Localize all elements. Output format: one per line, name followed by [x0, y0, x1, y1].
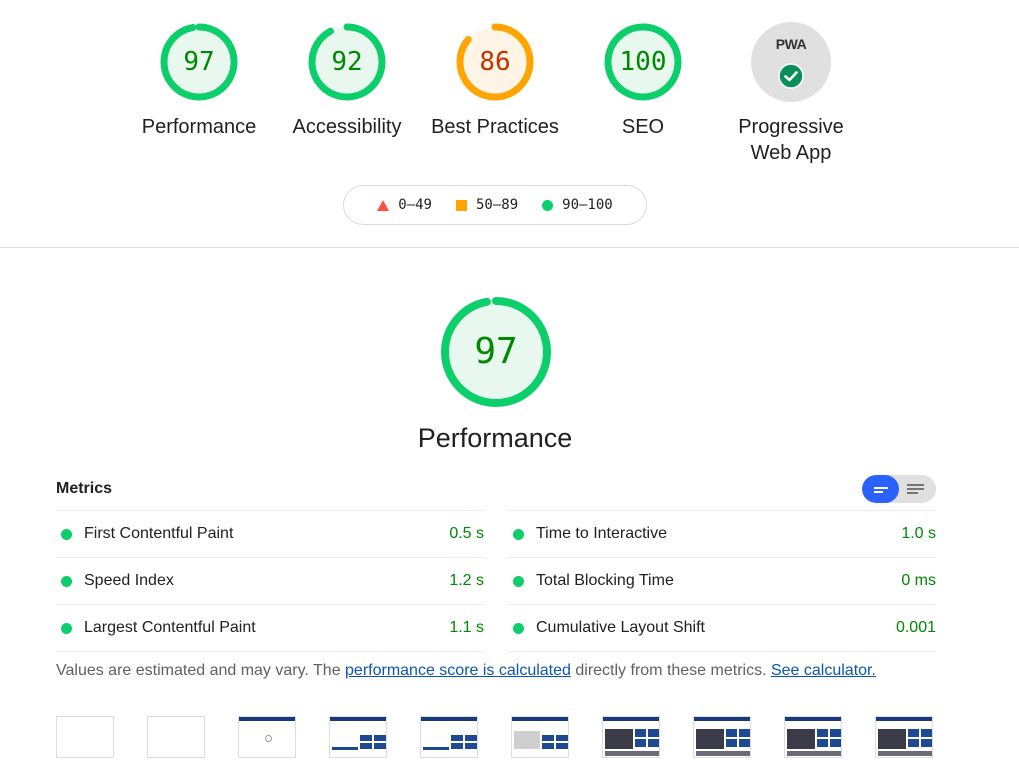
metric-value: 1.1 s — [449, 619, 484, 636]
filmstrip-frame — [238, 716, 296, 758]
circle-icon — [542, 199, 554, 211]
filmstrip-frame — [602, 716, 660, 758]
note-prefix: Values are estimated and may vary. The — [56, 662, 346, 679]
gauge-label: Best Practices — [431, 116, 559, 138]
performance-gauge: 97 — [439, 295, 553, 409]
gauge-ring: 92 — [307, 22, 387, 102]
square-icon — [455, 199, 467, 211]
filmstrip-frame — [875, 716, 933, 758]
metrics-note: Values are estimated and may vary. The p… — [56, 662, 876, 680]
metrics-left-column: First Contentful Paint 0.5 s Speed Index… — [56, 510, 484, 652]
metric-value: 0.001 — [895, 619, 936, 636]
metric-total-blocking-time: Total Blocking Time 0 ms — [508, 557, 936, 604]
metric-name: Time to Interactive — [536, 525, 668, 542]
triangle-icon — [377, 199, 390, 211]
metric-speed-index: Speed Index 1.2 s — [56, 557, 484, 604]
metric-name: Speed Index — [84, 572, 174, 589]
filmstrip-frame — [784, 716, 842, 758]
filmstrip-frame — [420, 716, 478, 758]
score-legend: 0–49 50–89 90–100 — [343, 185, 647, 225]
metric-first-contentful-paint: First Contentful Paint 0.5 s — [56, 510, 484, 557]
filmstrip-frame — [329, 716, 387, 758]
legend-range: 90–100 — [562, 197, 613, 213]
gauge-label: Progressive Web App — [721, 114, 861, 166]
metric-name: Cumulative Layout Shift — [536, 619, 705, 636]
section-divider — [0, 247, 1019, 248]
legend-range: 0–49 — [398, 197, 432, 213]
metrics-view-toggle[interactable] — [862, 475, 936, 503]
pass-circle-icon — [513, 528, 524, 540]
metrics-heading: Metrics — [56, 480, 113, 497]
metric-time-to-interactive: Time to Interactive 1.0 s — [508, 510, 936, 557]
metric-value: 0 ms — [901, 572, 936, 589]
gauge-ring: 100 — [603, 22, 683, 102]
gauge-best-practices[interactable]: 86 Best Practices — [425, 22, 565, 140]
gauge-score: 86 — [479, 47, 511, 77]
filmstrip-frame — [511, 716, 569, 758]
metric-largest-contentful-paint: Largest Contentful Paint 1.1 s — [56, 604, 484, 652]
gauge-pwa[interactable]: PWA Progressive Web App — [721, 22, 861, 166]
pass-circle-icon — [513, 622, 524, 634]
legend-range: 50–89 — [475, 197, 519, 213]
filmstrip-frame — [56, 716, 114, 758]
pwa-logo-text: PWA — [775, 36, 807, 52]
pwa-badge: PWA — [751, 22, 831, 102]
performance-title: Performance — [417, 423, 573, 453]
pwa-label-line2: Web App — [750, 142, 832, 164]
metrics-right-column: Time to Interactive 1.0 s Total Blocking… — [508, 510, 936, 652]
gauge-accessibility[interactable]: 92 Accessibility — [277, 22, 417, 140]
gauge-ring: 86 — [455, 22, 535, 102]
legend-fail: 0–49 — [377, 197, 432, 213]
metric-cumulative-layout-shift: Cumulative Layout Shift 0.001 — [508, 604, 936, 652]
pwa-label-line1: Progressive — [738, 116, 844, 138]
gauge-label: Performance — [141, 116, 257, 138]
performance-score: 97 — [474, 331, 518, 372]
gauge-score: 97 — [183, 47, 215, 77]
note-middle: directly from these metrics. — [570, 662, 771, 679]
gauge-seo[interactable]: 100 SEO — [573, 22, 713, 140]
gauge-ring: 97 — [159, 22, 239, 102]
gauge-performance[interactable]: 97 Performance — [129, 22, 269, 140]
gauge-label: SEO — [621, 116, 665, 138]
pass-circle-icon — [513, 575, 524, 587]
checkmark-icon — [778, 63, 804, 89]
filmstrip-frame — [147, 716, 205, 758]
gauge-label: Accessibility — [292, 116, 402, 138]
gauge-score: 92 — [331, 47, 363, 77]
metric-value: 1.2 s — [449, 572, 484, 589]
compact-view-icon[interactable] — [862, 475, 899, 503]
metric-name: First Contentful Paint — [84, 525, 234, 542]
metric-value: 0.5 s — [449, 525, 484, 542]
see-calculator-link[interactable]: See calculator. — [771, 662, 876, 679]
legend-pass: 90–100 — [542, 197, 613, 213]
pass-circle-icon — [61, 528, 72, 540]
metric-value: 1.0 s — [901, 525, 936, 542]
pass-circle-icon — [61, 622, 72, 634]
gauge-score: 100 — [619, 47, 667, 77]
metric-name: Largest Contentful Paint — [84, 619, 256, 636]
filmstrip-frame — [693, 716, 751, 758]
legend-average: 50–89 — [455, 197, 519, 213]
score-calculation-link[interactable]: performance score is calculated — [345, 662, 571, 679]
metric-name: Total Blocking Time — [536, 572, 674, 589]
pass-circle-icon — [61, 575, 72, 587]
